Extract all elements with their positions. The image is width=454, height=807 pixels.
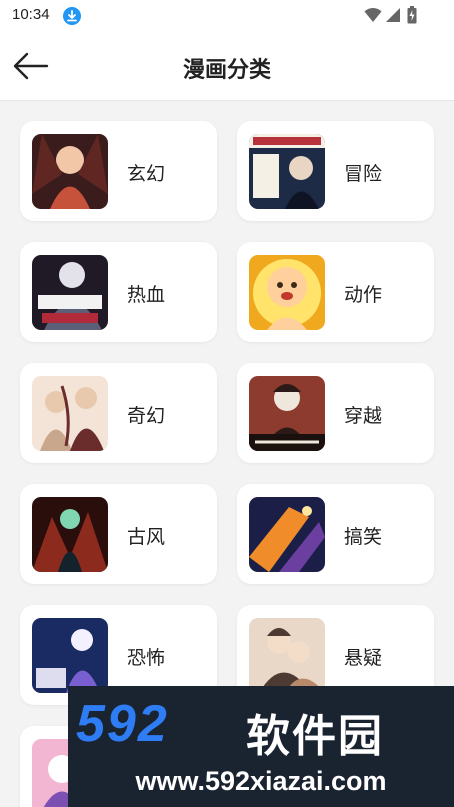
category-label: 穿越 bbox=[344, 405, 383, 427]
category-card-xuanhuan[interactable]: 玄幻 bbox=[20, 121, 217, 221]
cover-dongzuo-icon bbox=[249, 255, 325, 330]
category-card-qihuan[interactable]: 奇幻 bbox=[20, 363, 217, 463]
battery-charging-icon bbox=[407, 6, 417, 28]
cover-gufeng-icon bbox=[32, 497, 108, 572]
category-label: 奇幻 bbox=[127, 405, 166, 427]
category-card-gufeng[interactable]: 古风 bbox=[20, 484, 217, 584]
signal-icon bbox=[385, 7, 401, 27]
cover-kongbu-icon bbox=[32, 618, 108, 693]
status-time: 10:34 bbox=[12, 6, 50, 23]
page-title: 漫画分类 bbox=[182, 58, 271, 83]
cover-gaoxiao-icon bbox=[249, 497, 325, 572]
wifi-icon bbox=[364, 7, 382, 27]
category-card-maoxian[interactable]: 冒险 bbox=[237, 121, 434, 221]
watermark-url: www.592xiazai.com bbox=[135, 766, 387, 796]
category-label: 热血 bbox=[127, 284, 166, 306]
status-bar: 10:34 bbox=[0, 0, 454, 32]
category-label: 动作 bbox=[344, 284, 383, 306]
category-label: 古风 bbox=[127, 526, 166, 548]
category-label: 冒险 bbox=[344, 163, 383, 185]
cover-maoxian-icon bbox=[249, 134, 325, 209]
download-icon bbox=[63, 7, 81, 25]
cover-xuanyi-icon bbox=[249, 618, 325, 693]
watermark-logo-text: 软件园 bbox=[246, 711, 384, 762]
category-card-chuanyue[interactable]: 穿越 bbox=[237, 363, 434, 463]
category-label: 恐怖 bbox=[127, 647, 166, 669]
category-card-dongzuo[interactable]: 动作 bbox=[237, 242, 434, 342]
cover-xuanhuan-icon bbox=[32, 134, 108, 209]
category-label: 搞笑 bbox=[344, 526, 383, 548]
cover-rexue-icon bbox=[32, 255, 108, 330]
category-card-rexue[interactable]: 热血 bbox=[20, 242, 217, 342]
app-header: 漫画分类 bbox=[0, 32, 454, 101]
cover-qihuan-icon bbox=[32, 376, 108, 451]
category-card-gaoxiao[interactable]: 搞笑 bbox=[237, 484, 434, 584]
category-label: 玄幻 bbox=[127, 163, 166, 185]
category-label: 悬疑 bbox=[344, 647, 383, 669]
watermark-logo-number: 592 bbox=[76, 695, 169, 753]
cover-chuanyue-icon bbox=[249, 376, 325, 451]
watermark-banner: 592 软件园 www.592xiazai.com bbox=[68, 686, 454, 807]
